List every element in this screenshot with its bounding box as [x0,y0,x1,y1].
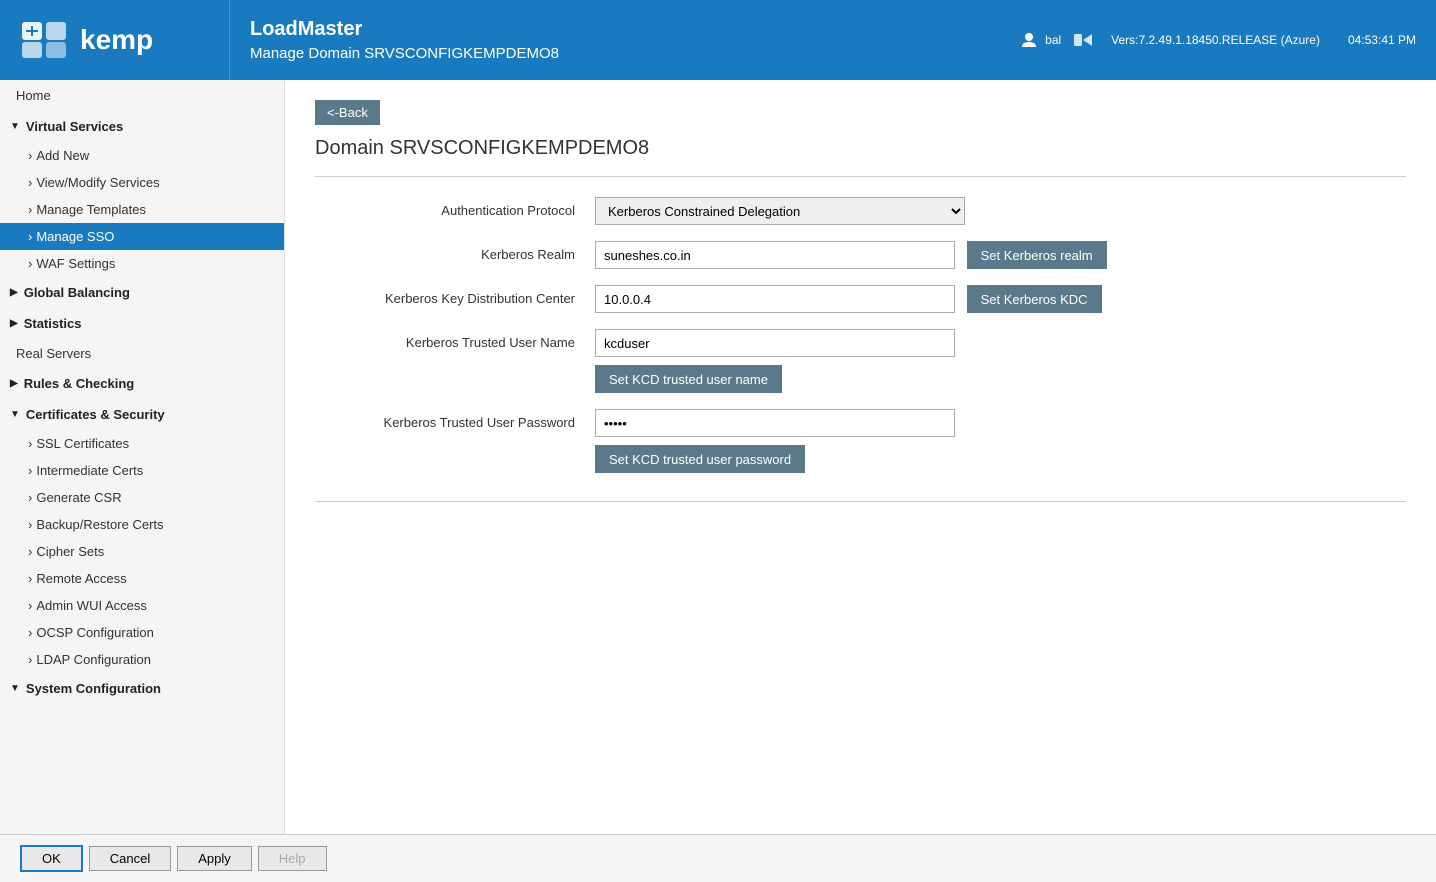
sidebar-item-ssl-certificates[interactable]: SSL Certificates [0,430,284,457]
kerberos-pass-label: Kerberos Trusted User Password [315,401,595,481]
main-layout: Home Virtual Services Add New View/Modif… [0,80,1436,834]
sidebar-item-generate-csr[interactable]: Generate CSR [0,484,284,511]
sidebar-item-home[interactable]: Home [0,80,284,111]
header-title-area: LoadMaster Manage Domain SRVSCONFIGKEMPD… [230,0,1001,80]
auth-protocol-row: Authentication Protocol Kerberos Constra… [315,189,1406,233]
child-arrow-icon [28,490,36,505]
sidebar-item-backup-restore-certs[interactable]: Backup/Restore Certs [0,511,284,538]
kerberos-user-input[interactable] [595,329,955,357]
system-configuration-arrow [10,683,20,694]
kemp-logo-icon [20,20,68,60]
sidebar-section-system-configuration[interactable]: System Configuration [0,673,284,704]
sidebar-section-rules-checking[interactable]: Rules & Checking [0,368,284,399]
set-kcd-pass-button[interactable]: Set KCD trusted user password [595,445,805,473]
kerberos-pass-input[interactable] [595,409,955,437]
set-kcd-user-button[interactable]: Set KCD trusted user name [595,365,782,393]
ok-button[interactable]: OK [20,845,83,872]
version-text: Vers:7.2.49.1.18450.RELEASE (Azure) [1111,33,1320,47]
back-button[interactable]: <-Back [315,100,380,125]
child-arrow-icon [28,229,36,244]
kerberos-pass-control: Set KCD trusted user password [595,401,1406,481]
set-kerberos-realm-button[interactable]: Set Kerberos realm [967,241,1107,269]
kerberos-pass-row: Kerberos Trusted User Password Set KCD t… [315,401,1406,481]
certificates-security-arrow [10,409,20,420]
sidebar-item-ocsp-configuration[interactable]: OCSP Configuration [0,619,284,646]
sidebar-section-virtual-services[interactable]: Virtual Services [0,111,284,142]
kerberos-realm-input[interactable] [595,241,955,269]
sidebar-item-real-servers[interactable]: Real Servers [0,339,284,368]
virtual-services-arrow [10,121,20,132]
form-table: Authentication Protocol Kerberos Constra… [315,189,1406,481]
child-arrow-icon [28,175,36,190]
virtual-services-label: Virtual Services [26,119,123,134]
child-arrow-icon [28,571,36,586]
kerberos-realm-row: Kerberos Realm Set Kerberos realm [315,233,1406,277]
header-info: bal Vers:7.2.49.1.18450.RELEASE (Azure) … [1001,0,1436,80]
content-inner: <-Back Domain SRVSCONFIGKEMPDEMO8 Authen… [285,80,1436,834]
auth-protocol-select[interactable]: Kerberos Constrained Delegation NTLM Bas… [595,197,965,225]
sidebar-item-manage-sso[interactable]: Manage SSO [0,223,284,250]
content-area: <-Back Domain SRVSCONFIGKEMPDEMO8 Authen… [285,80,1436,834]
kerberos-kdc-label: Kerberos Key Distribution Center [315,277,595,321]
kerberos-realm-label: Kerberos Realm [315,233,595,277]
sidebar-item-ldap-configuration[interactable]: LDAP Configuration [0,646,284,673]
top-divider [315,176,1406,177]
logo-text: kemp [80,24,153,56]
kerberos-user-row: Kerberos Trusted User Name Set KCD trust… [315,321,1406,401]
child-arrow-icon [28,652,36,667]
child-arrow-icon [28,517,36,532]
sidebar-section-global-balancing[interactable]: Global Balancing [0,277,284,308]
sidebar-item-add-new[interactable]: Add New [0,142,284,169]
child-arrow-icon [28,463,36,478]
sidebar-item-manage-templates[interactable]: Manage Templates [0,196,284,223]
bottom-divider [315,501,1406,502]
sidebar-item-remote-access[interactable]: Remote Access [0,565,284,592]
time-display: 04:53:41 PM [1348,33,1416,47]
sidebar: Home Virtual Services Add New View/Modif… [0,80,285,834]
kerberos-user-label: Kerberos Trusted User Name [315,321,595,401]
rules-checking-arrow [10,378,18,389]
child-arrow-icon [28,256,36,271]
nav-icon [1073,32,1093,48]
child-arrow-icon [28,598,36,613]
logo-area: kemp [0,0,230,80]
help-button: Help [258,846,327,871]
rules-checking-label: Rules & Checking [24,376,135,391]
system-configuration-label: System Configuration [26,681,161,696]
sidebar-item-admin-wui-access[interactable]: Admin WUI Access [0,592,284,619]
kerberos-kdc-row: Kerberos Key Distribution Center Set Ker… [315,277,1406,321]
child-arrow-icon [28,625,36,640]
kerberos-realm-control: Set Kerberos realm [595,233,1406,277]
sidebar-item-waf-settings[interactable]: WAF Settings [0,250,284,277]
kerberos-kdc-input[interactable] [595,285,955,313]
child-arrow-icon [28,544,36,559]
global-balancing-label: Global Balancing [24,285,130,300]
statistics-arrow [10,318,18,329]
kerberos-kdc-control: Set Kerberos KDC [595,277,1406,321]
child-arrow-icon [28,436,36,451]
sidebar-section-statistics[interactable]: Statistics [0,308,284,339]
sidebar-item-intermediate-certs[interactable]: Intermediate Certs [0,457,284,484]
set-kerberos-kdc-button[interactable]: Set Kerberos KDC [967,285,1102,313]
apply-button[interactable]: Apply [177,846,252,871]
header: kemp LoadMaster Manage Domain SRVSCONFIG… [0,0,1436,80]
bottom-bar: OK Cancel Apply Help [0,834,1436,882]
domain-title: Domain SRVSCONFIGKEMPDEMO8 [315,137,1406,160]
global-balancing-arrow [10,287,18,298]
kerberos-user-control: Set KCD trusted user name [595,321,1406,401]
auth-protocol-label: Authentication Protocol [315,189,595,233]
sidebar-section-certificates-security[interactable]: Certificates & Security [0,399,284,430]
cancel-button[interactable]: Cancel [89,846,171,871]
sidebar-item-view-modify[interactable]: View/Modify Services [0,169,284,196]
user-icon [1021,32,1037,48]
statistics-label: Statistics [24,316,82,331]
page-subtitle: Manage Domain SRVSCONFIGKEMPDEMO8 [250,45,981,62]
child-arrow-icon [28,148,36,163]
certificates-security-label: Certificates & Security [26,407,165,422]
auth-protocol-control: Kerberos Constrained Delegation NTLM Bas… [595,189,1406,233]
username: bal [1045,33,1061,47]
child-arrow-icon [28,202,36,217]
sidebar-item-cipher-sets[interactable]: Cipher Sets [0,538,284,565]
app-name: LoadMaster [250,18,981,41]
